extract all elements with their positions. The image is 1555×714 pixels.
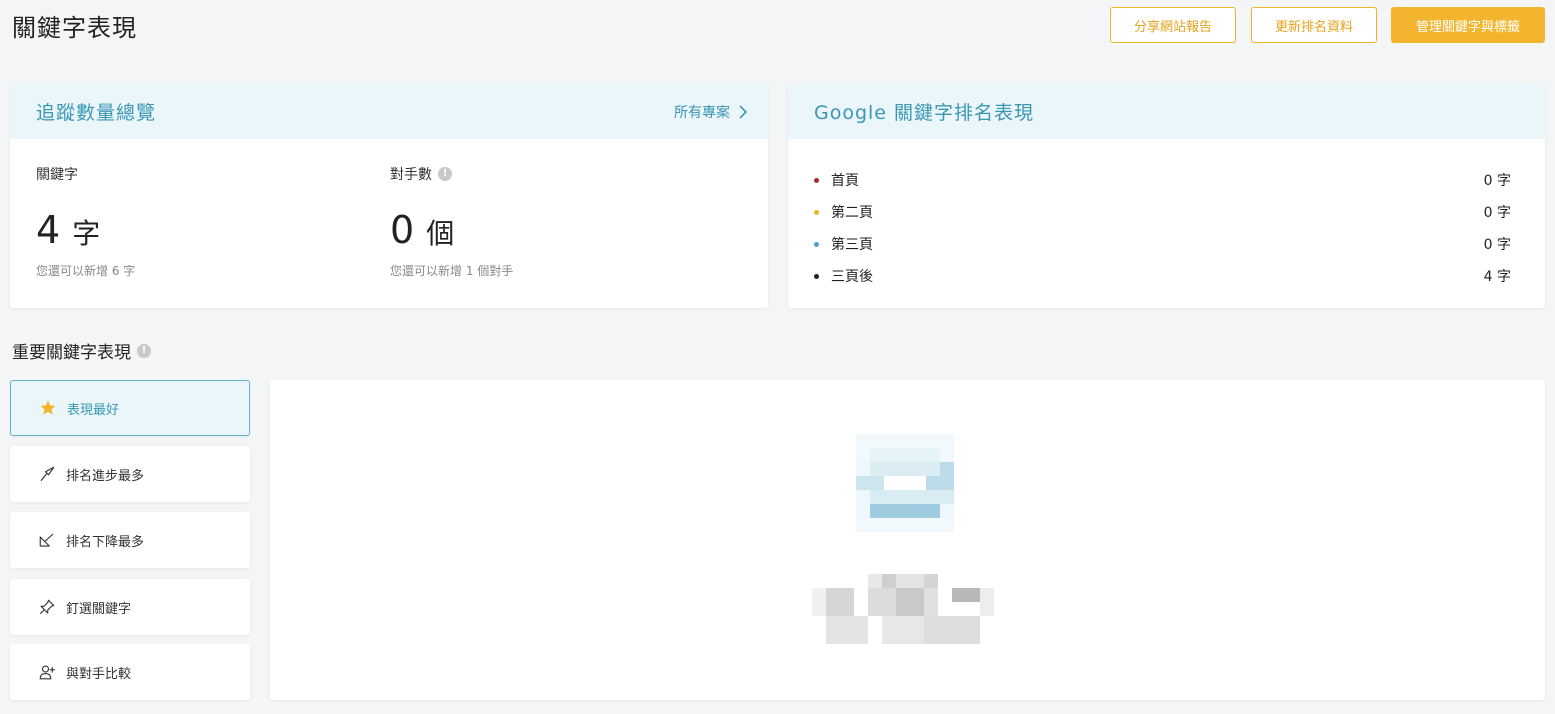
tab-label: 排名下降最多 — [66, 534, 145, 550]
google-ranking-card: Google 關鍵字排名表現 首頁 0 字 第二頁 0 字 第三頁 0 字 三頁… — [788, 84, 1545, 308]
bullet-dot-icon — [814, 241, 819, 247]
competitor-count-unit: 個 — [426, 217, 455, 250]
tab-best-performing[interactable]: 表現最好 — [10, 380, 250, 436]
info-icon[interactable]: ! — [137, 343, 151, 358]
rank-row-beyond-third: 三頁後 4 字 — [814, 260, 1511, 292]
google-card-header: Google 關鍵字排名表現 — [788, 84, 1545, 139]
tab-label: 表現最好 — [67, 402, 120, 418]
rank-value: 0 字 — [1483, 237, 1511, 253]
tracking-card-header: 追蹤數量總覽 所有專案 — [10, 84, 768, 139]
keyword-count-value: 4 字 — [36, 208, 135, 252]
rank-row-beyond-third-left: 三頁後 — [814, 266, 873, 286]
update-ranking-button[interactable]: 更新排名資料 — [1251, 7, 1377, 43]
important-keywords-heading: 重要關鍵字表現 ! — [12, 338, 151, 363]
rank-value: 0 字 — [1483, 173, 1511, 189]
rank-row-first-page-left: 首頁 — [814, 170, 859, 190]
rank-row-second-page: 第二頁 0 字 — [814, 196, 1511, 228]
pin-icon — [39, 599, 55, 615]
empty-state-icon — [856, 434, 954, 532]
tab-label: 排名進步最多 — [66, 468, 145, 484]
tracking-overview-card: 追蹤數量總覽 所有專案 關鍵字 4 字 您還可以新增 6 字 對手數 ! 0 個 — [10, 84, 768, 308]
star-icon — [40, 400, 56, 415]
rank-row-second-page-left: 第二頁 — [814, 202, 873, 222]
keyword-count-stat: 關鍵字 4 字 您還可以新增 6 字 — [36, 164, 135, 279]
rank-label: 第二頁 — [831, 205, 873, 221]
competitor-count-number: 0 — [390, 208, 415, 252]
trend-up-icon — [40, 466, 55, 482]
page-title: 關鍵字表現 — [12, 14, 137, 42]
tab-most-improved[interactable]: 排名進步最多 — [10, 446, 250, 502]
tab-most-declined[interactable]: 排名下降最多 — [10, 512, 250, 568]
tab-pinned-keywords[interactable]: 釘選關鍵字 — [10, 579, 250, 635]
rank-row-first-page: 首頁 0 字 — [814, 164, 1511, 196]
rank-label: 首頁 — [831, 173, 859, 189]
add-user-icon — [39, 665, 56, 680]
important-keywords-title: 重要關鍵字表現 — [12, 343, 131, 363]
all-projects-label: 所有專案 — [674, 104, 730, 121]
chevron-right-icon — [739, 104, 748, 119]
competitor-count-label: 對手數 — [390, 167, 432, 183]
tab-label: 釘選關鍵字 — [66, 601, 132, 617]
competitor-count-stat: 對手數 ! 0 個 您還可以新增 1 個對手 — [390, 164, 513, 279]
page: 關鍵字表現 分享網站報告 更新排名資料 管理關鍵字與標籤 追蹤數量總覽 所有專案… — [0, 0, 1555, 714]
bullet-dot-icon — [814, 273, 819, 279]
tab-compare-competitors[interactable]: 與對手比較 — [10, 644, 250, 700]
rank-row-third-page: 第三頁 0 字 — [814, 228, 1511, 260]
all-projects-link[interactable]: 所有專案 — [674, 102, 748, 122]
rank-value: 0 字 — [1483, 205, 1511, 221]
bullet-dot-icon — [814, 177, 819, 183]
rank-row-third-page-left: 第三頁 — [814, 234, 873, 254]
trend-down-icon — [39, 533, 54, 547]
keyword-count-unit: 字 — [72, 217, 101, 250]
keyword-count-label: 關鍵字 — [36, 167, 78, 183]
competitor-remaining-text: 您還可以新增 1 個對手 — [390, 264, 514, 278]
keyword-count-number: 4 — [36, 208, 61, 252]
competitor-count-label-row: 對手數 ! — [390, 164, 513, 184]
rank-label: 三頁後 — [831, 269, 873, 285]
keyword-remaining-text: 您還可以新增 6 字 — [36, 264, 136, 278]
rank-value: 4 字 — [1483, 269, 1511, 285]
competitor-count-value: 0 個 — [390, 208, 513, 252]
info-icon[interactable]: ! — [438, 167, 452, 181]
google-card-title: Google 關鍵字排名表現 — [814, 102, 1035, 124]
rank-list: 首頁 0 字 第二頁 0 字 第三頁 0 字 三頁後 4 字 — [814, 164, 1511, 292]
rank-label: 第三頁 — [831, 237, 873, 253]
share-report-button[interactable]: 分享網站報告 — [1110, 7, 1236, 43]
empty-state-text — [812, 574, 994, 644]
tab-label: 與對手比較 — [66, 666, 132, 682]
tracking-card-title: 追蹤數量總覽 — [36, 102, 157, 124]
bullet-dot-icon — [814, 209, 819, 215]
manage-keywords-button[interactable]: 管理關鍵字與標籤 — [1391, 7, 1545, 43]
